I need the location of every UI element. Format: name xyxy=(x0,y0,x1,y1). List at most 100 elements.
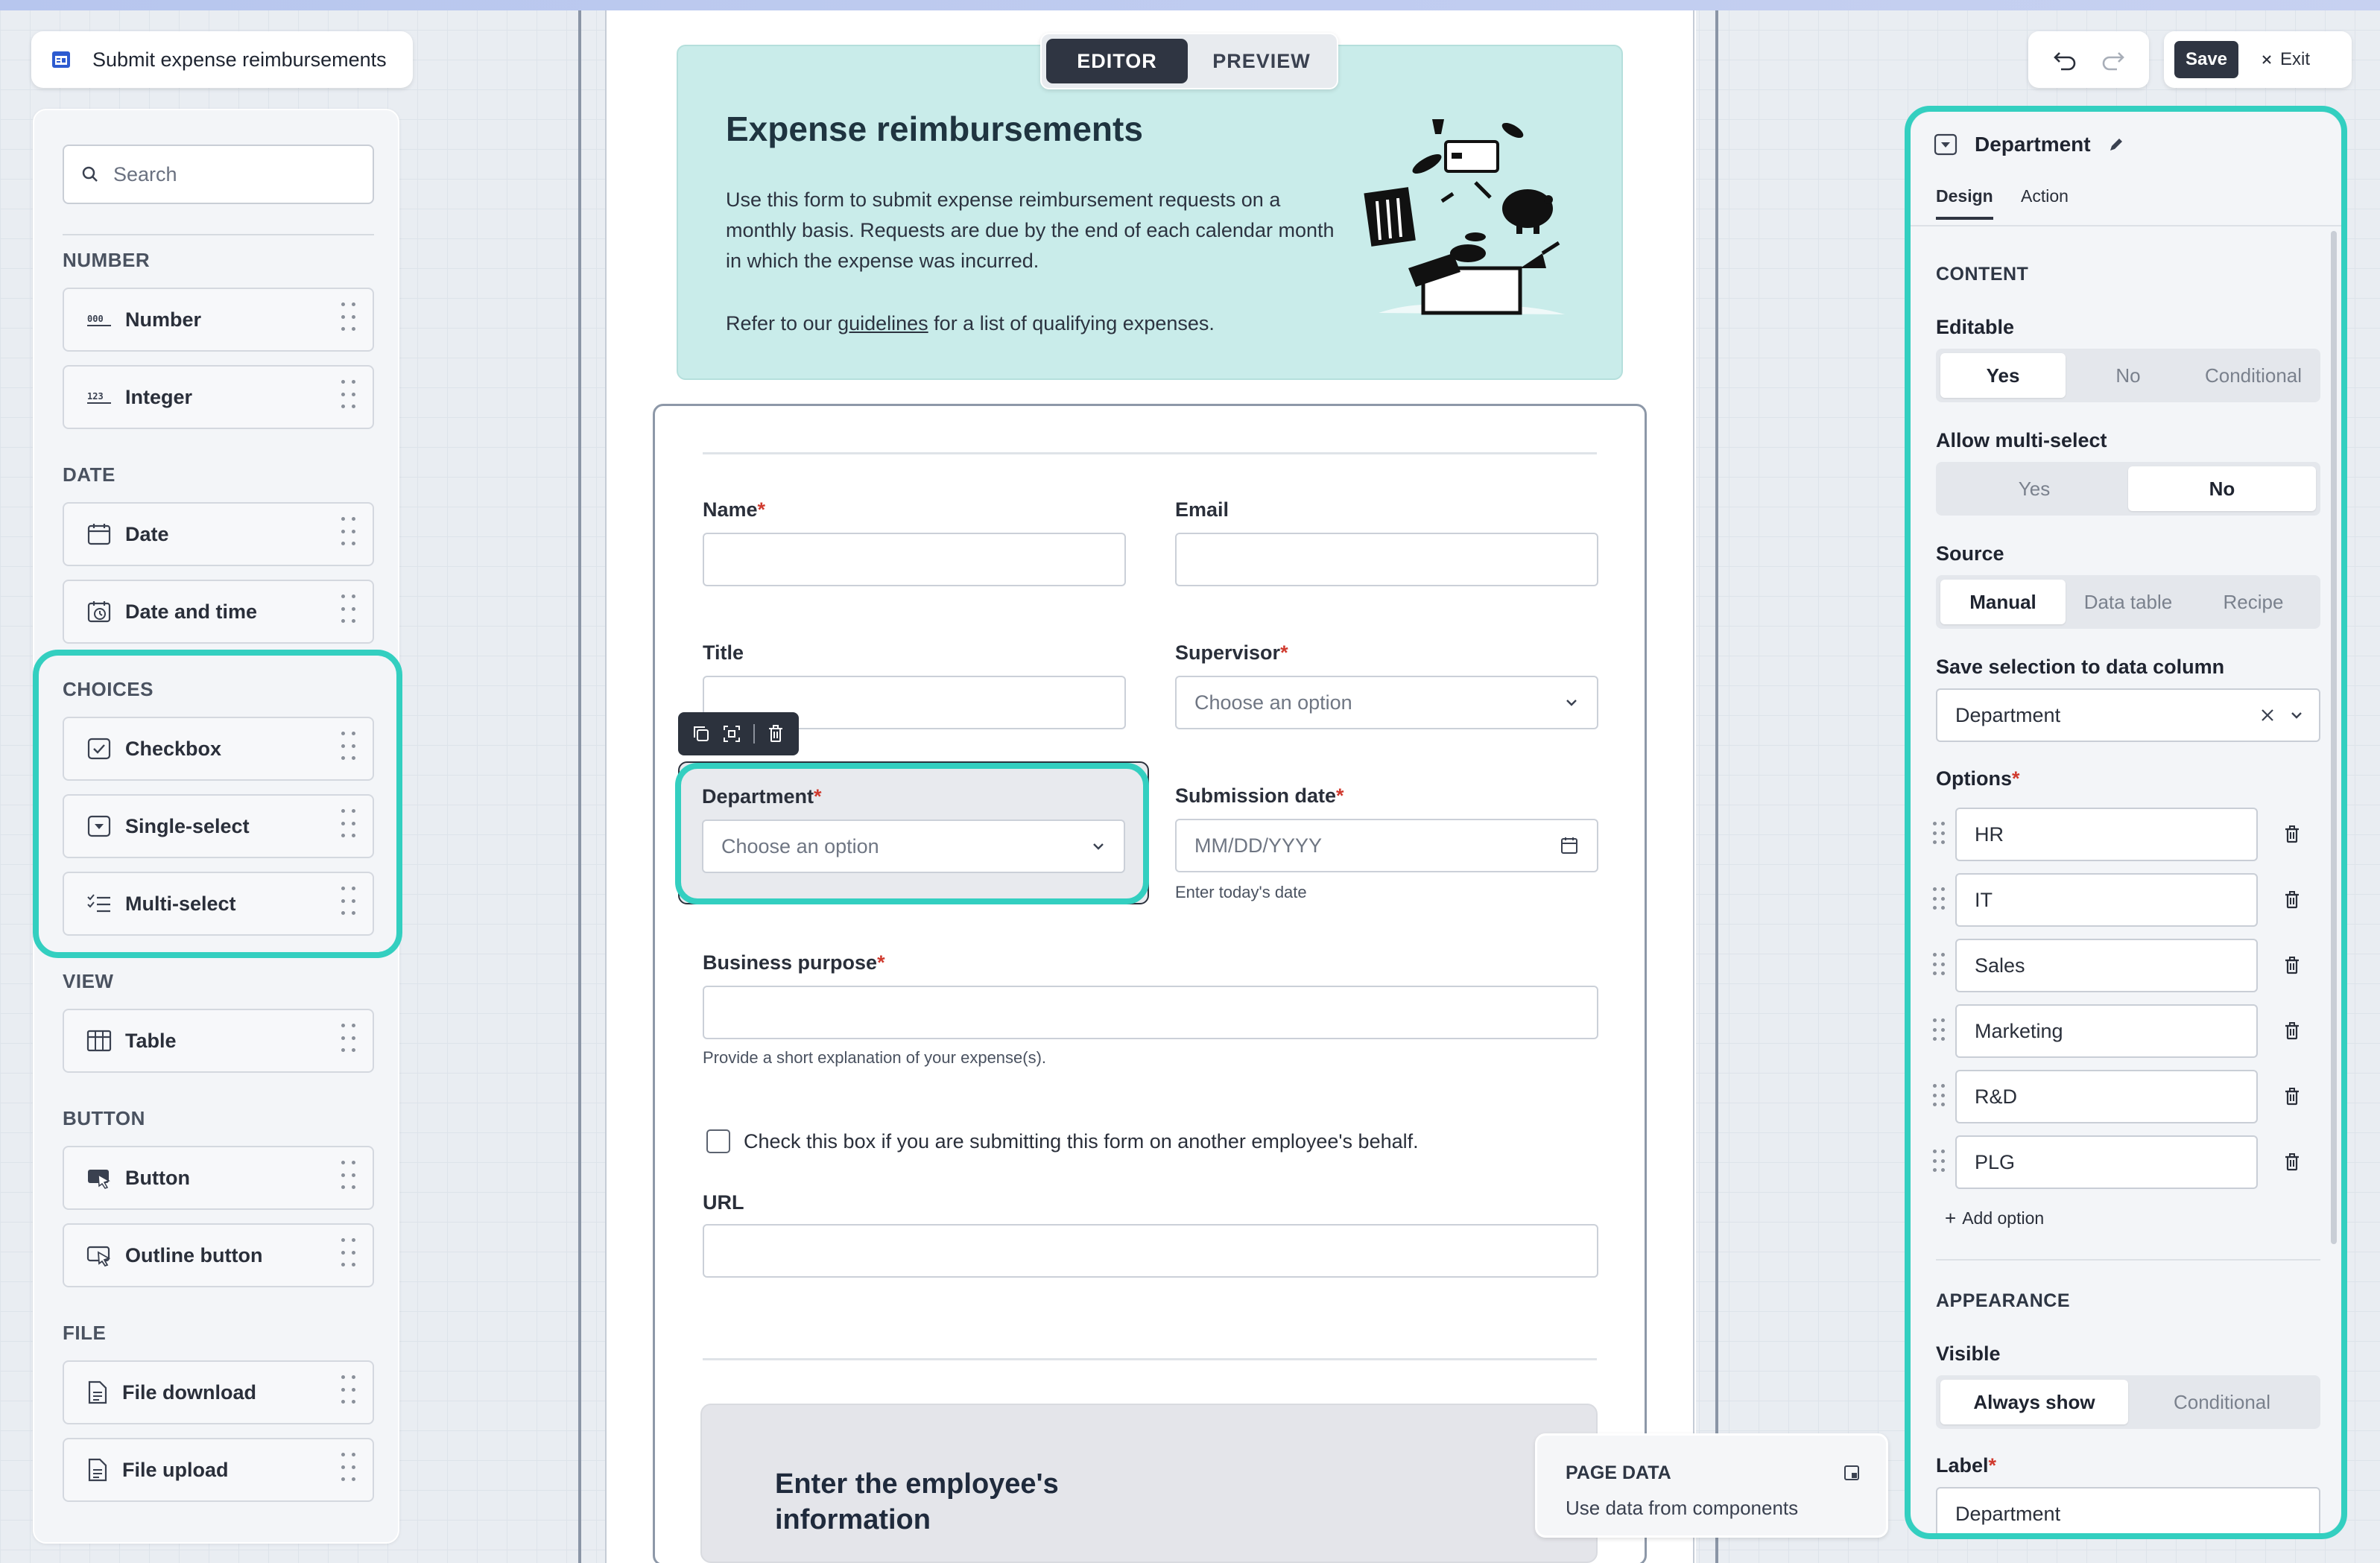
drag-handle-icon[interactable] xyxy=(1933,953,1946,978)
source-data-table[interactable]: Data table xyxy=(2066,580,2191,624)
drag-handle-icon[interactable] xyxy=(341,1238,356,1272)
visible-always[interactable]: Always show xyxy=(1940,1380,2128,1424)
palette-item-label: Number xyxy=(125,308,202,331)
drag-handle-icon[interactable] xyxy=(341,1161,356,1195)
drag-handle-icon[interactable] xyxy=(341,1375,356,1410)
palette-item-date-time[interactable]: Date and time xyxy=(63,580,374,644)
editable-no[interactable]: No xyxy=(2066,353,2191,398)
checkbox-icon xyxy=(86,737,112,761)
palette-item-number[interactable]: 000 Number xyxy=(63,288,374,352)
label-field-input[interactable]: Department xyxy=(1936,1487,2320,1533)
palette-item-date[interactable]: Date xyxy=(63,502,374,566)
behalf-checkbox[interactable] xyxy=(706,1129,730,1153)
palette-item-button[interactable]: Button xyxy=(63,1146,374,1210)
trash-icon[interactable] xyxy=(766,724,785,744)
drag-handle-icon[interactable] xyxy=(341,380,356,414)
palette-item-label: Outline button xyxy=(125,1243,263,1266)
page-data-card[interactable]: PAGE DATA Use data from components xyxy=(1535,1433,1888,1538)
department-component[interactable]: Department* Choose an option xyxy=(678,761,1149,904)
palette-item-single-select[interactable]: Single-select xyxy=(63,794,374,858)
inspector-scrollbar[interactable] xyxy=(2331,231,2337,1244)
drag-handle-icon[interactable] xyxy=(341,595,356,629)
trash-icon[interactable] xyxy=(2283,890,2301,910)
submission-date-field[interactable]: MM/DD/YYYY xyxy=(1175,819,1598,872)
drag-handle-icon[interactable] xyxy=(1933,1150,1946,1175)
tab-design[interactable]: Design xyxy=(1936,186,1993,220)
palette-item-checkbox[interactable]: Checkbox xyxy=(63,717,374,781)
drag-handle-icon[interactable] xyxy=(341,517,356,551)
close-icon[interactable] xyxy=(2259,707,2276,723)
redo-icon[interactable] xyxy=(2101,48,2126,71)
multiselect-yes[interactable]: Yes xyxy=(1940,466,2128,511)
department-select[interactable]: Choose an option xyxy=(702,819,1125,873)
drag-handle-icon[interactable] xyxy=(341,1453,356,1487)
source-recipe[interactable]: Recipe xyxy=(2191,580,2316,624)
trash-icon[interactable] xyxy=(2283,1153,2301,1172)
palette-item-integer[interactable]: 123 Integer xyxy=(63,365,374,429)
multiselect-no[interactable]: No xyxy=(2128,466,2316,511)
single-select-icon xyxy=(86,814,112,838)
trash-icon[interactable] xyxy=(2283,1021,2301,1041)
trash-icon[interactable] xyxy=(2283,1087,2301,1106)
visible-conditional[interactable]: Conditional xyxy=(2128,1380,2316,1424)
trash-icon[interactable] xyxy=(2283,825,2301,844)
hero-refer-suffix: for a list of qualifying expenses. xyxy=(928,312,1215,335)
drag-handle-icon[interactable] xyxy=(341,1024,356,1058)
multiselect-label: Allow multi-select xyxy=(1936,429,2107,451)
tab-action[interactable]: Action xyxy=(2021,186,2069,217)
app-title-card: Submit expense reimbursements xyxy=(31,31,413,88)
chevron-down-icon[interactable] xyxy=(2289,710,2304,720)
guidelines-link[interactable]: guidelines xyxy=(838,312,928,335)
editable-toggle: Yes No Conditional xyxy=(1936,349,2320,402)
url-field[interactable] xyxy=(703,1224,1598,1278)
option-input[interactable]: Marketing xyxy=(1955,1004,2258,1058)
option-input[interactable]: Sales xyxy=(1955,939,2258,992)
option-row: Sales xyxy=(1933,939,2320,992)
option-input[interactable]: R&D xyxy=(1955,1070,2258,1123)
supervisor-select[interactable]: Choose an option xyxy=(1175,676,1598,729)
option-input[interactable]: IT xyxy=(1955,873,2258,927)
palette-item-file-upload[interactable]: File upload xyxy=(63,1438,374,1502)
pencil-icon[interactable] xyxy=(2107,136,2125,153)
drag-handle-icon[interactable] xyxy=(341,887,356,921)
drag-handle-icon[interactable] xyxy=(341,302,356,337)
drag-handle-icon[interactable] xyxy=(341,732,356,766)
search-input[interactable]: Search xyxy=(63,145,374,204)
drag-handle-icon[interactable] xyxy=(1933,887,1946,913)
business-purpose-field[interactable] xyxy=(703,986,1598,1039)
tab-preview[interactable]: PREVIEW xyxy=(1191,39,1332,83)
hero-description: Use this form to submit expense reimburs… xyxy=(726,188,1335,272)
option-input[interactable]: PLG xyxy=(1955,1135,2258,1189)
drag-handle-icon[interactable] xyxy=(1933,1084,1946,1109)
exit-button[interactable]: Exit xyxy=(2261,49,2310,70)
drag-handle-icon[interactable] xyxy=(1933,822,1946,847)
calendar-icon[interactable] xyxy=(1560,836,1579,855)
name-label: Name* xyxy=(703,498,766,521)
email-field[interactable] xyxy=(1175,533,1598,586)
editable-yes[interactable]: Yes xyxy=(1940,353,2066,398)
search-placeholder: Search xyxy=(113,162,177,186)
tab-editor[interactable]: EDITOR xyxy=(1046,39,1188,83)
drag-handle-icon[interactable] xyxy=(1933,1018,1946,1044)
drag-handle-icon[interactable] xyxy=(341,809,356,843)
palette-item-outline-button[interactable]: Outline button xyxy=(63,1223,374,1287)
canvas-guide-left-inner xyxy=(605,10,607,1563)
option-input[interactable]: HR xyxy=(1955,808,2258,861)
palette-item-table[interactable]: Table xyxy=(63,1009,374,1073)
copy-icon[interactable] xyxy=(691,724,711,744)
save-column-select[interactable]: Department xyxy=(1936,688,2320,742)
app-icon xyxy=(51,49,72,70)
select-frame-icon[interactable] xyxy=(722,724,741,744)
save-button[interactable]: Save xyxy=(2174,41,2238,78)
chevron-down-icon xyxy=(1091,841,1106,852)
undo-icon[interactable] xyxy=(2052,48,2077,71)
source-manual[interactable]: Manual xyxy=(1940,580,2066,624)
editable-conditional[interactable]: Conditional xyxy=(2191,353,2316,398)
add-option-button[interactable]: + Add option xyxy=(1945,1207,2044,1230)
page-data-icon[interactable] xyxy=(1843,1464,1861,1482)
behalf-checkbox-row[interactable]: Check this box if you are submitting thi… xyxy=(706,1129,1419,1153)
palette-item-multi-select[interactable]: Multi-select xyxy=(63,872,374,936)
palette-item-file-download[interactable]: File download xyxy=(63,1360,374,1424)
name-field[interactable] xyxy=(703,533,1126,586)
trash-icon[interactable] xyxy=(2283,956,2301,975)
